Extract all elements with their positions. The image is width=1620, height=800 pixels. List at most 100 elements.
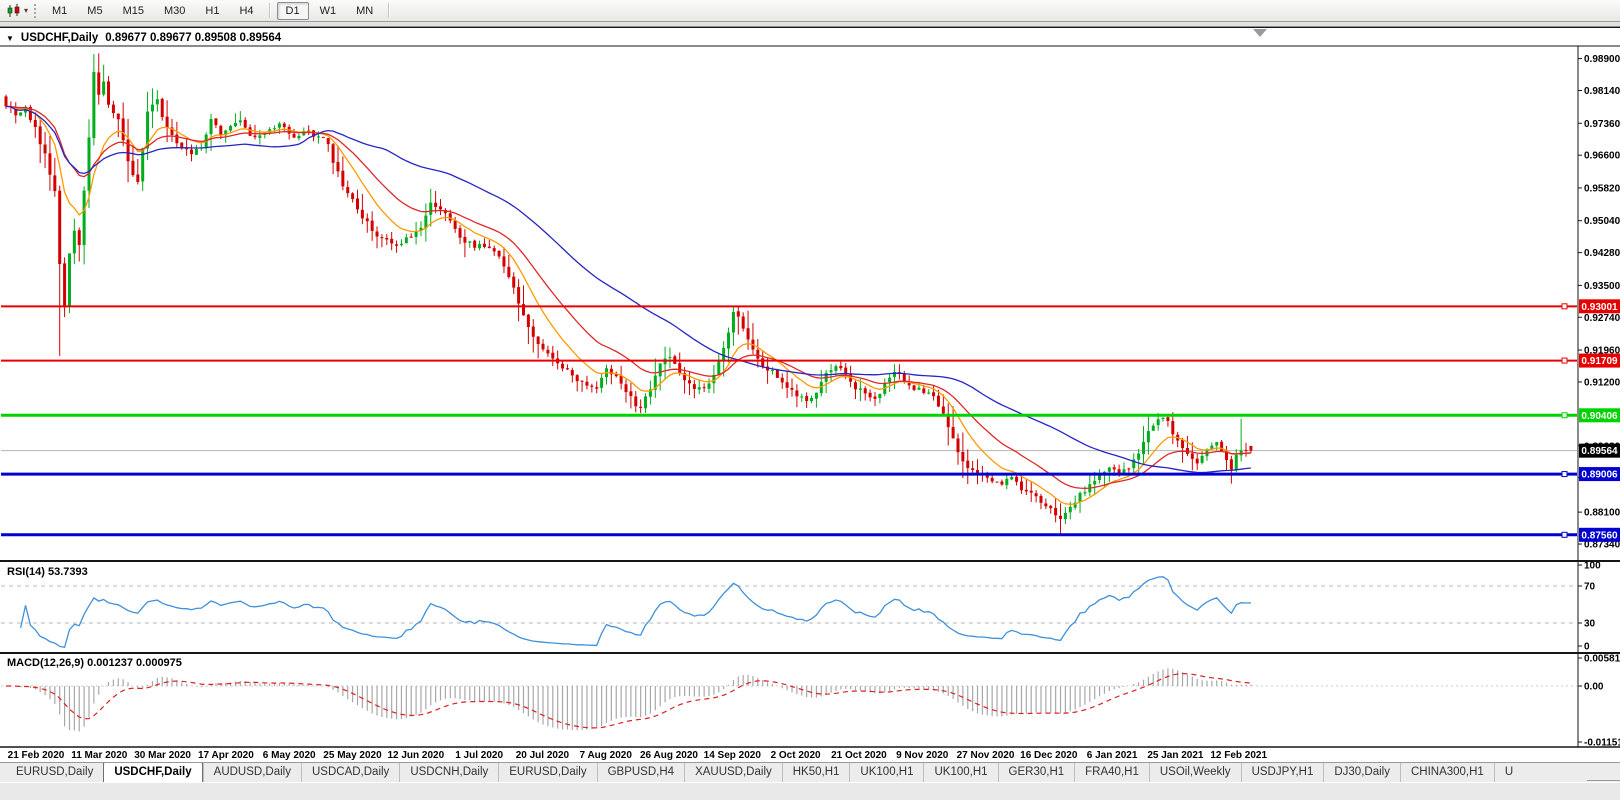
symbol-tab-xauusd-daily[interactable]: XAUUSD,Daily [684, 763, 782, 782]
timeframe-button-m30[interactable]: M30 [155, 2, 194, 20]
svg-text:0: 0 [1584, 642, 1590, 653]
symbol-tab-china300-h1[interactable]: CHINA300,H1 [1400, 763, 1494, 782]
rsi-name: RSI(14) [7, 566, 45, 578]
svg-text:100: 100 [1584, 561, 1601, 572]
svg-text:30: 30 [1584, 619, 1596, 630]
symbol-tab-hk50-h1[interactable]: HK50,H1 [782, 763, 850, 782]
time-axis: 21 Feb 2020 11 Mar 2020 30 Mar 2020 17 Apr … [8, 750, 1268, 761]
symbol-tab-usoil-weekly[interactable]: USOil,Weekly [1149, 763, 1241, 782]
svg-text:30 Mar 2020: 30 Mar 2020 [134, 750, 191, 761]
svg-text:12 Jun 2020: 12 Jun 2020 [387, 750, 444, 761]
svg-text:0.88100: 0.88100 [1584, 508, 1620, 519]
svg-text:0.89564: 0.89564 [1581, 446, 1618, 457]
svg-text:-0.011514: -0.011514 [1584, 738, 1620, 749]
svg-text:0.98900: 0.98900 [1584, 54, 1620, 65]
timeframe-button-w1[interactable]: W1 [311, 2, 346, 20]
svg-text:0.91709: 0.91709 [1581, 356, 1618, 367]
macd-panel [1, 668, 1577, 731]
rsi-indicator-label: RSI(14) 53.7393 [7, 566, 88, 578]
svg-text:0.95820: 0.95820 [1584, 183, 1620, 194]
timeframe-button-h4[interactable]: H4 [230, 2, 262, 20]
macd-values: 0.001237 0.000975 [87, 657, 182, 669]
timeframe-button-h1[interactable]: H1 [196, 2, 228, 20]
svg-text:21 Oct 2020: 21 Oct 2020 [831, 750, 887, 761]
timeframe-button-mn[interactable]: MN [347, 2, 382, 20]
macd-signal-line [6, 674, 1251, 728]
timeframe-button-m15[interactable]: M15 [114, 2, 153, 20]
macd-name: MACD(12,26,9) [7, 657, 84, 669]
svg-text:0.91200: 0.91200 [1584, 377, 1620, 388]
svg-text:1 Jul 2020: 1 Jul 2020 [455, 750, 503, 761]
axis-line-labels: 0.93001 0.91709 0.90406 0.89006 0.87560 0.895… [1579, 299, 1620, 541]
svg-text:0.90406: 0.90406 [1581, 411, 1618, 422]
chart-area: 0.98900 0.98140 0.97360 0.96600 0.95820 0.950… [0, 27, 1620, 762]
symbol-tab-eurusd-daily[interactable]: EURUSD,Daily [498, 763, 596, 782]
panel-borders [0, 46, 1620, 747]
symbol-tab-gbpusd-h4[interactable]: GBPUSD,H4 [597, 763, 684, 782]
chevron-down-icon[interactable]: ▾ [24, 7, 28, 15]
symbol-tab-usdcad-daily[interactable]: USDCAD,Daily [301, 763, 399, 782]
symbol-tab-u[interactable]: U [1494, 763, 1523, 782]
symbol-tab-usdjpy-h1[interactable]: USDJPY,H1 [1241, 763, 1324, 782]
svg-text:0.93001: 0.93001 [1581, 302, 1618, 313]
svg-text:0.92740: 0.92740 [1584, 313, 1620, 324]
symbol-tab-bar: EURUSD,DailyUSDCHF,DailyAUDUSD,DailyUSDC… [0, 762, 1620, 782]
chart-shift-marker-icon[interactable] [1253, 29, 1267, 37]
candles-layer [5, 53, 1253, 534]
svg-text:6 Jan 2021: 6 Jan 2021 [1087, 750, 1138, 761]
rsi-value: 53.7393 [48, 566, 88, 578]
chart-type-button[interactable]: ▾ [3, 3, 31, 19]
svg-text:27 Nov 2020: 27 Nov 2020 [957, 750, 1015, 761]
svg-text:12 Feb 2021: 12 Feb 2021 [1210, 750, 1267, 761]
symbol-tab-audusd-daily[interactable]: AUDUSD,Daily [203, 763, 301, 782]
timeframe-button-m5[interactable]: M5 [78, 2, 111, 20]
symbol-tab-eurusd-daily[interactable]: EURUSD,Daily [6, 763, 103, 782]
svg-text:0.95040: 0.95040 [1584, 216, 1620, 227]
symbol-tab-fra40-h1[interactable]: FRA40,H1 [1074, 763, 1149, 782]
symbol-tab-dj30-daily[interactable]: DJ30,Daily [1323, 763, 1400, 782]
macd-indicator-label: MACD(12,26,9) 0.001237 0.000975 [7, 657, 182, 669]
toolbar-drag-handle[interactable] [34, 4, 36, 18]
symbol-tab-ger30-h1[interactable]: GER30,H1 [998, 763, 1075, 782]
chart-canvas[interactable]: 0.98900 0.98140 0.97360 0.96600 0.95820 0.950… [0, 28, 1620, 763]
timeframe-button-m1[interactable]: M1 [43, 2, 76, 20]
svg-text:25 May 2020: 25 May 2020 [323, 750, 382, 761]
chart-symbol-label: USDCHF,Daily [21, 32, 98, 44]
svg-text:20 Jul 2020: 20 Jul 2020 [516, 750, 570, 761]
timeframe-button-d1[interactable]: D1 [277, 2, 309, 20]
terminal-window: ▾ M1M5M15M30H1H4D1W1MN 0.989000.981400.9… [0, 0, 1620, 800]
svg-text:0.96600: 0.96600 [1584, 151, 1620, 162]
svg-text:0.87560: 0.87560 [1581, 530, 1618, 541]
svg-text:2 Oct 2020: 2 Oct 2020 [771, 750, 821, 761]
svg-text:0.98140: 0.98140 [1584, 86, 1620, 97]
triangle-down-icon[interactable]: ▼ [6, 35, 14, 43]
svg-text:0.00: 0.00 [1584, 682, 1604, 693]
svg-text:0.97360: 0.97360 [1584, 119, 1620, 130]
svg-text:16 Dec 2020: 16 Dec 2020 [1020, 750, 1078, 761]
timeframe-buttons: M1M5M15M30H1H4 D1W1MN [42, 2, 395, 20]
svg-text:17 Apr 2020: 17 Apr 2020 [198, 750, 254, 761]
svg-text:0.93500: 0.93500 [1584, 281, 1620, 292]
svg-text:26 Aug 2020: 26 Aug 2020 [640, 750, 698, 761]
chart-title: ▼ USDCHF,Daily 0.89677 0.89677 0.89508 0… [6, 32, 281, 44]
svg-text:9 Nov 2020: 9 Nov 2020 [896, 750, 949, 761]
symbol-tab-usdcnh-daily[interactable]: USDCNH,Daily [399, 763, 498, 782]
svg-text:21 Feb 2020: 21 Feb 2020 [8, 750, 65, 761]
svg-text:0.89006: 0.89006 [1581, 470, 1618, 481]
candlestick-chart-icon [6, 4, 22, 18]
svg-text:11 Mar 2020: 11 Mar 2020 [71, 750, 128, 761]
timeframe-toolbar: ▾ M1M5M15M30H1H4 D1W1MN [0, 0, 1620, 21]
horizontal-lines-layer[interactable] [1, 304, 1577, 537]
toolbar-separator [388, 3, 390, 18]
svg-text:14 Sep 2020: 14 Sep 2020 [704, 750, 762, 761]
rsi-line [21, 577, 1251, 648]
svg-text:0.94280: 0.94280 [1584, 248, 1620, 259]
svg-text:70: 70 [1584, 582, 1596, 593]
indicator-axes: 100703000.0058180.00-0.011514 [1578, 561, 1620, 749]
symbol-tab-usdchf-daily[interactable]: USDCHF,Daily [103, 762, 202, 782]
svg-text:6 May 2020: 6 May 2020 [263, 750, 316, 761]
svg-text:25 Jan 2021: 25 Jan 2021 [1147, 750, 1204, 761]
toolbar-separator [269, 3, 271, 18]
symbol-tab-uk100-h1[interactable]: UK100,H1 [923, 763, 997, 782]
symbol-tab-uk100-h1[interactable]: UK100,H1 [849, 763, 923, 782]
